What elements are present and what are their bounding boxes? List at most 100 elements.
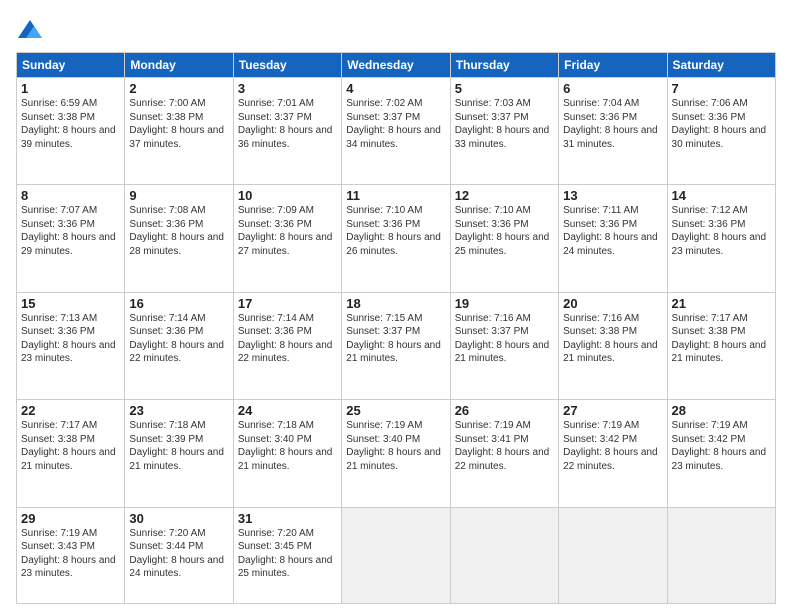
day-number: 13 xyxy=(563,188,662,203)
day-info: Sunrise: 7:16 AMSunset: 3:38 PMDaylight:… xyxy=(563,313,658,365)
day-number: 9 xyxy=(129,188,228,203)
day-info: Sunrise: 7:18 AMSunset: 3:39 PMDaylight:… xyxy=(129,420,224,472)
logo-icon xyxy=(16,16,44,44)
day-cell: 27 Sunrise: 7:19 AMSunset: 3:42 PMDaylig… xyxy=(559,400,667,507)
day-info: Sunrise: 7:19 AMSunset: 3:41 PMDaylight:… xyxy=(455,420,550,472)
day-cell: 19 Sunrise: 7:16 AMSunset: 3:37 PMDaylig… xyxy=(450,292,558,399)
day-cell: 10 Sunrise: 7:09 AMSunset: 3:36 PMDaylig… xyxy=(233,185,341,292)
col-header-friday: Friday xyxy=(559,53,667,78)
day-cell: 6 Sunrise: 7:04 AMSunset: 3:36 PMDayligh… xyxy=(559,78,667,185)
day-info: Sunrise: 7:18 AMSunset: 3:40 PMDaylight:… xyxy=(238,420,333,472)
day-info: Sunrise: 7:10 AMSunset: 3:36 PMDaylight:… xyxy=(346,205,441,257)
day-cell: 25 Sunrise: 7:19 AMSunset: 3:40 PMDaylig… xyxy=(342,400,450,507)
day-info: Sunrise: 7:09 AMSunset: 3:36 PMDaylight:… xyxy=(238,205,333,257)
day-number: 3 xyxy=(238,81,337,96)
day-info: Sunrise: 7:07 AMSunset: 3:36 PMDaylight:… xyxy=(21,205,116,257)
day-number: 19 xyxy=(455,296,554,311)
day-info: Sunrise: 7:14 AMSunset: 3:36 PMDaylight:… xyxy=(238,313,333,365)
day-number: 25 xyxy=(346,403,445,418)
day-info: Sunrise: 7:17 AMSunset: 3:38 PMDaylight:… xyxy=(21,420,116,472)
day-cell xyxy=(450,507,558,603)
col-header-saturday: Saturday xyxy=(667,53,775,78)
day-info: Sunrise: 7:19 AMSunset: 3:42 PMDaylight:… xyxy=(563,420,658,472)
day-cell: 15 Sunrise: 7:13 AMSunset: 3:36 PMDaylig… xyxy=(17,292,125,399)
day-number: 4 xyxy=(346,81,445,96)
day-number: 18 xyxy=(346,296,445,311)
day-cell: 3 Sunrise: 7:01 AMSunset: 3:37 PMDayligh… xyxy=(233,78,341,185)
day-cell: 7 Sunrise: 7:06 AMSunset: 3:36 PMDayligh… xyxy=(667,78,775,185)
week-row-2: 8 Sunrise: 7:07 AMSunset: 3:36 PMDayligh… xyxy=(17,185,776,292)
day-cell: 22 Sunrise: 7:17 AMSunset: 3:38 PMDaylig… xyxy=(17,400,125,507)
week-row-5: 29 Sunrise: 7:19 AMSunset: 3:43 PMDaylig… xyxy=(17,507,776,603)
day-number: 21 xyxy=(672,296,771,311)
day-cell: 26 Sunrise: 7:19 AMSunset: 3:41 PMDaylig… xyxy=(450,400,558,507)
day-number: 14 xyxy=(672,188,771,203)
day-info: Sunrise: 7:01 AMSunset: 3:37 PMDaylight:… xyxy=(238,98,333,150)
day-cell: 13 Sunrise: 7:11 AMSunset: 3:36 PMDaylig… xyxy=(559,185,667,292)
col-header-sunday: Sunday xyxy=(17,53,125,78)
day-number: 5 xyxy=(455,81,554,96)
day-cell: 17 Sunrise: 7:14 AMSunset: 3:36 PMDaylig… xyxy=(233,292,341,399)
day-cell: 31 Sunrise: 7:20 AMSunset: 3:45 PMDaylig… xyxy=(233,507,341,603)
day-info: Sunrise: 7:11 AMSunset: 3:36 PMDaylight:… xyxy=(563,205,658,257)
day-number: 31 xyxy=(238,511,337,526)
col-header-thursday: Thursday xyxy=(450,53,558,78)
day-info: Sunrise: 7:12 AMSunset: 3:36 PMDaylight:… xyxy=(672,205,767,257)
day-cell: 2 Sunrise: 7:00 AMSunset: 3:38 PMDayligh… xyxy=(125,78,233,185)
day-info: Sunrise: 7:08 AMSunset: 3:36 PMDaylight:… xyxy=(129,205,224,257)
day-info: Sunrise: 7:20 AMSunset: 3:45 PMDaylight:… xyxy=(238,528,333,580)
logo xyxy=(16,16,46,44)
day-number: 6 xyxy=(563,81,662,96)
day-info: Sunrise: 7:17 AMSunset: 3:38 PMDaylight:… xyxy=(672,313,767,365)
day-cell: 16 Sunrise: 7:14 AMSunset: 3:36 PMDaylig… xyxy=(125,292,233,399)
day-number: 27 xyxy=(563,403,662,418)
day-cell xyxy=(667,507,775,603)
day-number: 22 xyxy=(21,403,120,418)
week-row-4: 22 Sunrise: 7:17 AMSunset: 3:38 PMDaylig… xyxy=(17,400,776,507)
day-info: Sunrise: 7:20 AMSunset: 3:44 PMDaylight:… xyxy=(129,528,224,580)
col-header-tuesday: Tuesday xyxy=(233,53,341,78)
day-number: 8 xyxy=(21,188,120,203)
day-cell: 5 Sunrise: 7:03 AMSunset: 3:37 PMDayligh… xyxy=(450,78,558,185)
day-number: 1 xyxy=(21,81,120,96)
day-number: 24 xyxy=(238,403,337,418)
day-info: Sunrise: 7:14 AMSunset: 3:36 PMDaylight:… xyxy=(129,313,224,365)
day-info: Sunrise: 7:04 AMSunset: 3:36 PMDaylight:… xyxy=(563,98,658,150)
day-number: 23 xyxy=(129,403,228,418)
day-number: 10 xyxy=(238,188,337,203)
day-number: 17 xyxy=(238,296,337,311)
day-number: 26 xyxy=(455,403,554,418)
col-header-monday: Monday xyxy=(125,53,233,78)
day-cell: 30 Sunrise: 7:20 AMSunset: 3:44 PMDaylig… xyxy=(125,507,233,603)
day-number: 2 xyxy=(129,81,228,96)
day-cell: 11 Sunrise: 7:10 AMSunset: 3:36 PMDaylig… xyxy=(342,185,450,292)
day-info: Sunrise: 7:19 AMSunset: 3:43 PMDaylight:… xyxy=(21,528,116,580)
week-row-3: 15 Sunrise: 7:13 AMSunset: 3:36 PMDaylig… xyxy=(17,292,776,399)
day-info: Sunrise: 7:10 AMSunset: 3:36 PMDaylight:… xyxy=(455,205,550,257)
day-cell: 28 Sunrise: 7:19 AMSunset: 3:42 PMDaylig… xyxy=(667,400,775,507)
page: SundayMondayTuesdayWednesdayThursdayFrid… xyxy=(0,0,792,612)
day-cell: 8 Sunrise: 7:07 AMSunset: 3:36 PMDayligh… xyxy=(17,185,125,292)
day-number: 16 xyxy=(129,296,228,311)
day-cell: 12 Sunrise: 7:10 AMSunset: 3:36 PMDaylig… xyxy=(450,185,558,292)
day-cell: 1 Sunrise: 6:59 AMSunset: 3:38 PMDayligh… xyxy=(17,78,125,185)
day-cell: 4 Sunrise: 7:02 AMSunset: 3:37 PMDayligh… xyxy=(342,78,450,185)
day-number: 30 xyxy=(129,511,228,526)
day-info: Sunrise: 7:00 AMSunset: 3:38 PMDaylight:… xyxy=(129,98,224,150)
day-number: 11 xyxy=(346,188,445,203)
day-cell: 21 Sunrise: 7:17 AMSunset: 3:38 PMDaylig… xyxy=(667,292,775,399)
day-number: 15 xyxy=(21,296,120,311)
col-header-wednesday: Wednesday xyxy=(342,53,450,78)
day-number: 12 xyxy=(455,188,554,203)
header-row: SundayMondayTuesdayWednesdayThursdayFrid… xyxy=(17,53,776,78)
day-info: Sunrise: 7:19 AMSunset: 3:40 PMDaylight:… xyxy=(346,420,441,472)
day-cell: 9 Sunrise: 7:08 AMSunset: 3:36 PMDayligh… xyxy=(125,185,233,292)
calendar-table: SundayMondayTuesdayWednesdayThursdayFrid… xyxy=(16,52,776,604)
day-info: Sunrise: 7:02 AMSunset: 3:37 PMDaylight:… xyxy=(346,98,441,150)
day-number: 29 xyxy=(21,511,120,526)
header xyxy=(16,12,776,44)
day-cell: 24 Sunrise: 7:18 AMSunset: 3:40 PMDaylig… xyxy=(233,400,341,507)
day-cell xyxy=(559,507,667,603)
day-cell: 20 Sunrise: 7:16 AMSunset: 3:38 PMDaylig… xyxy=(559,292,667,399)
day-number: 20 xyxy=(563,296,662,311)
